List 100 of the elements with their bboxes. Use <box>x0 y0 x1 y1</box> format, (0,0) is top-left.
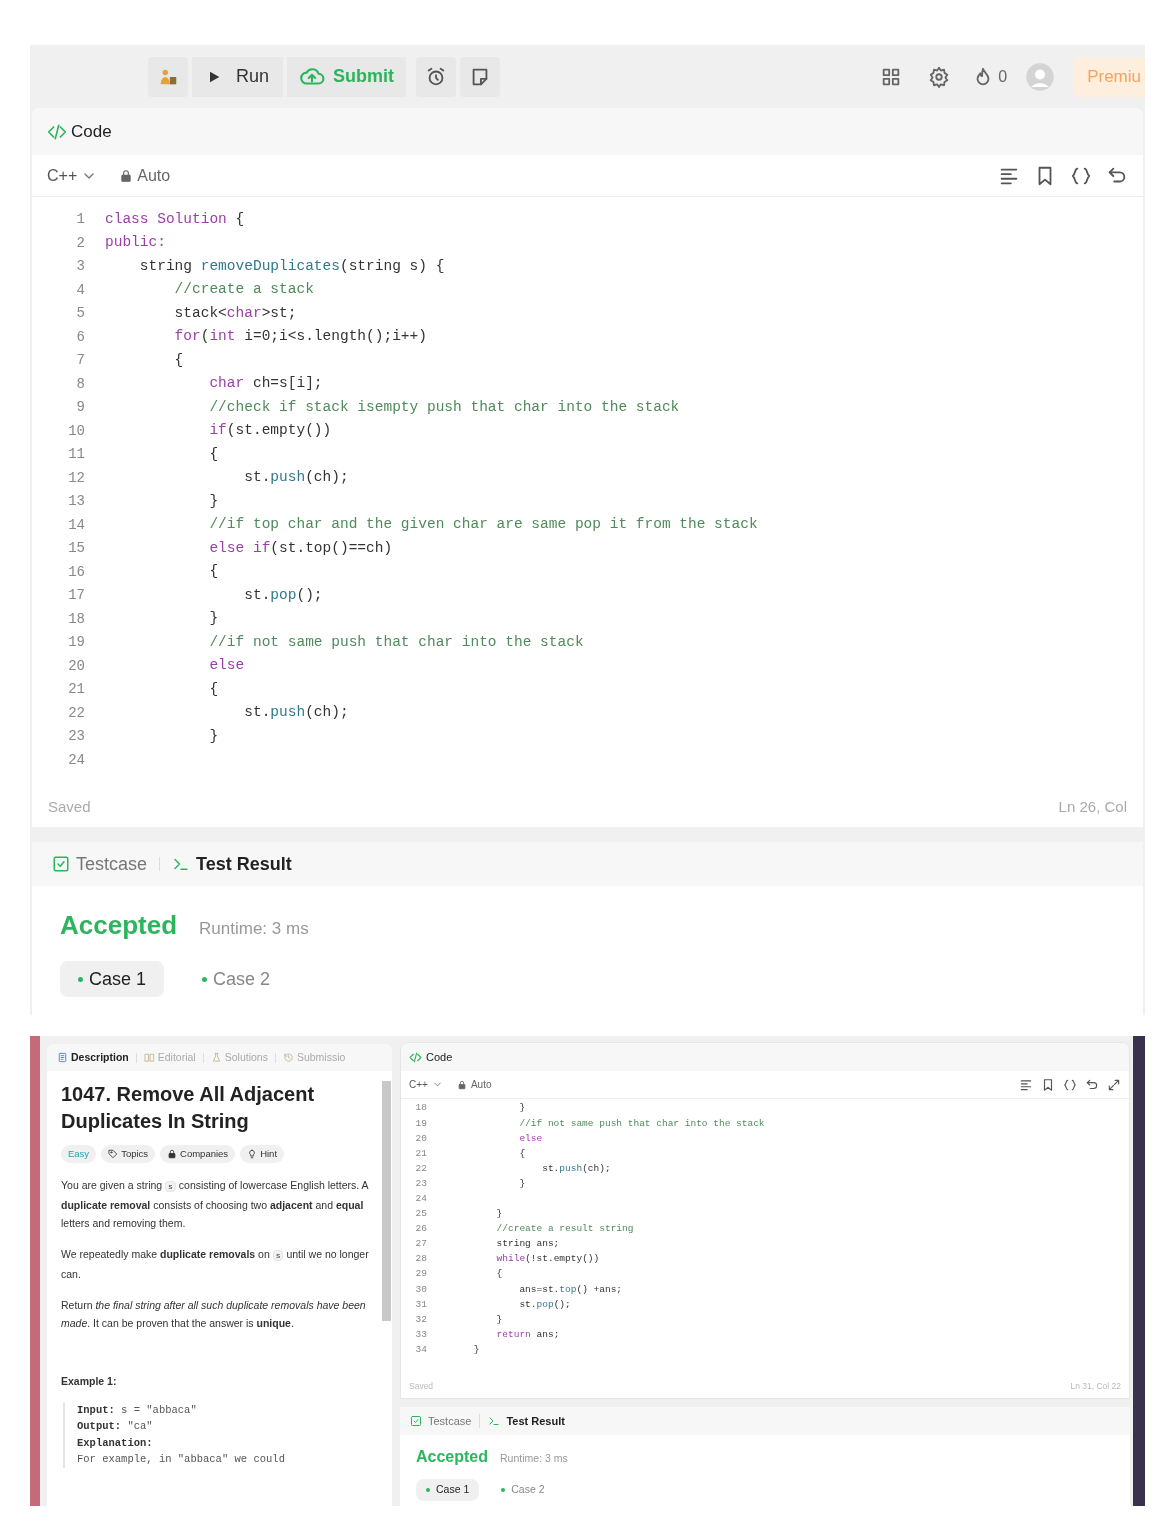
tag-chip[interactable]: Topics <box>101 1145 156 1163</box>
line-number: 24 <box>67 750 85 770</box>
code-line: string removeDuplicates(string s) { <box>138 256 445 276</box>
line-number: 23 <box>67 727 85 747</box>
line-number: 11 <box>67 445 85 465</box>
line-number: 19 <box>67 633 85 653</box>
line-number: 20 <box>67 656 85 676</box>
line-number: 2 <box>75 233 85 253</box>
code-icon <box>409 1050 422 1064</box>
code-line: st.push(ch); <box>243 703 349 723</box>
status-text: Saved <box>409 1379 434 1393</box>
line-number: 22 <box>67 703 85 723</box>
line-number: 3 <box>75 257 85 277</box>
line-number: 13 <box>67 492 85 512</box>
flask-icon <box>210 1052 222 1063</box>
lock-icon <box>119 168 134 183</box>
code-line: } <box>518 1101 526 1116</box>
tab[interactable]: Description <box>57 1049 129 1066</box>
tag-chip[interactable]: Hint <box>240 1145 285 1163</box>
language-label: C++ <box>409 1078 428 1092</box>
expand-icon <box>1107 1077 1121 1092</box>
tab[interactable]: Test Result <box>488 1412 565 1430</box>
mode-label: Auto <box>137 165 171 186</box>
code-line: { <box>173 350 184 370</box>
lightbulb-icon <box>247 1149 258 1159</box>
problem-title: 1047. Remove All Adjacent Duplicates In String <box>61 1082 316 1134</box>
line-number: 12 <box>67 468 85 488</box>
panel-title: Code <box>71 120 112 143</box>
description-paragraph: You are given a string s consisting of lowercase English letters. A duplicate removal consists of choosing two adjacent and equal letters and removing them. <box>61 1178 370 1231</box>
case-tab[interactable]: Case 1 <box>60 961 165 997</box>
checkbox-icon <box>410 1415 422 1427</box>
code-line: { <box>495 1267 503 1282</box>
example-line: Input: s = "abbaca" <box>77 1402 198 1418</box>
status-text: Saved <box>48 796 91 817</box>
code-line: { <box>208 562 219 582</box>
code-line: for(int i=0;i<s.length();i++) <box>173 327 427 347</box>
line-number: 16 <box>67 562 85 582</box>
notes-button[interactable] <box>460 56 501 97</box>
code-line: //create a result string <box>495 1222 634 1237</box>
code-line: st.pop(); <box>243 585 323 605</box>
code-line: } <box>518 1176 526 1191</box>
line-number: 23 <box>414 1176 427 1191</box>
line-number: 24 <box>414 1192 427 1206</box>
code-line: ans=st.top() +ans; <box>518 1282 623 1297</box>
tab[interactable]: Test Result <box>172 850 292 878</box>
case-tab[interactable]: Case 2 <box>491 1479 555 1501</box>
language-dropdown[interactable]: C++ <box>47 163 98 188</box>
code-line: //if top char and the given char are same pop it from the stack <box>208 515 758 535</box>
line-number: 27 <box>414 1237 427 1252</box>
mode-label: Auto <box>470 1078 492 1092</box>
terminal-icon <box>488 1415 501 1427</box>
code-line: st.pop(); <box>518 1297 571 1312</box>
line-number: 20 <box>414 1131 427 1146</box>
language-dropdown[interactable]: C++ <box>409 1077 443 1092</box>
code-line: { <box>518 1146 526 1161</box>
code-line: //if not same push that char into the stack <box>518 1116 765 1131</box>
book-icon <box>143 1052 155 1063</box>
code-line: //create a stack <box>173 280 314 300</box>
line-number: 32 <box>414 1312 427 1327</box>
timer-button[interactable] <box>416 56 457 97</box>
line-number: 30 <box>414 1282 427 1297</box>
tab[interactable]: Testcase <box>410 1412 472 1430</box>
panel-title: Code <box>426 1049 453 1065</box>
verdict-text: Accepted <box>416 1447 489 1467</box>
case-tab[interactable]: Case 2 <box>184 961 289 997</box>
cursor-position: Ln 26, Col <box>1058 796 1127 817</box>
runtime-text: Runtime: 3 ms <box>500 1451 568 1466</box>
streak-counter[interactable]: 0 <box>972 64 1008 89</box>
code-line: } <box>495 1312 503 1327</box>
tab[interactable]: Testcase <box>52 850 148 878</box>
line-number: 17 <box>67 586 85 606</box>
scrollbar-thumb[interactable] <box>381 1081 391 1321</box>
settings-icon <box>928 65 951 88</box>
profile-button[interactable] <box>148 56 188 97</box>
tag-icon <box>108 1149 119 1159</box>
line-number: 33 <box>414 1327 427 1342</box>
line-number: 9 <box>75 398 85 418</box>
line-number: 15 <box>67 539 85 559</box>
run-button[interactable]: Run <box>192 56 284 97</box>
line-number: 5 <box>75 304 85 324</box>
code-line: string ans; <box>495 1237 560 1252</box>
line-number: 19 <box>414 1116 427 1131</box>
code-line: } <box>208 726 219 746</box>
code-line: { <box>208 679 219 699</box>
case-tab[interactable]: Case 1 <box>416 1479 480 1501</box>
runtime-text: Runtime: 3 ms <box>199 918 309 940</box>
line-number: 6 <box>75 327 85 347</box>
code-line: else <box>208 656 245 676</box>
align-left-icon <box>1019 1077 1033 1092</box>
code-line: public: <box>105 233 166 253</box>
line-number: 31 <box>414 1297 427 1312</box>
example-heading: Example 1: <box>61 1374 118 1389</box>
code-line: { <box>208 444 219 464</box>
code-line: else <box>518 1131 543 1146</box>
code-line: class Solution { <box>105 209 245 229</box>
example-line: Output: "ca" <box>77 1419 154 1435</box>
tag-chip[interactable]: Companies <box>160 1145 236 1163</box>
line-number: 26 <box>414 1222 427 1237</box>
braces-icon <box>1063 1077 1077 1092</box>
line-number: 4 <box>75 280 85 300</box>
